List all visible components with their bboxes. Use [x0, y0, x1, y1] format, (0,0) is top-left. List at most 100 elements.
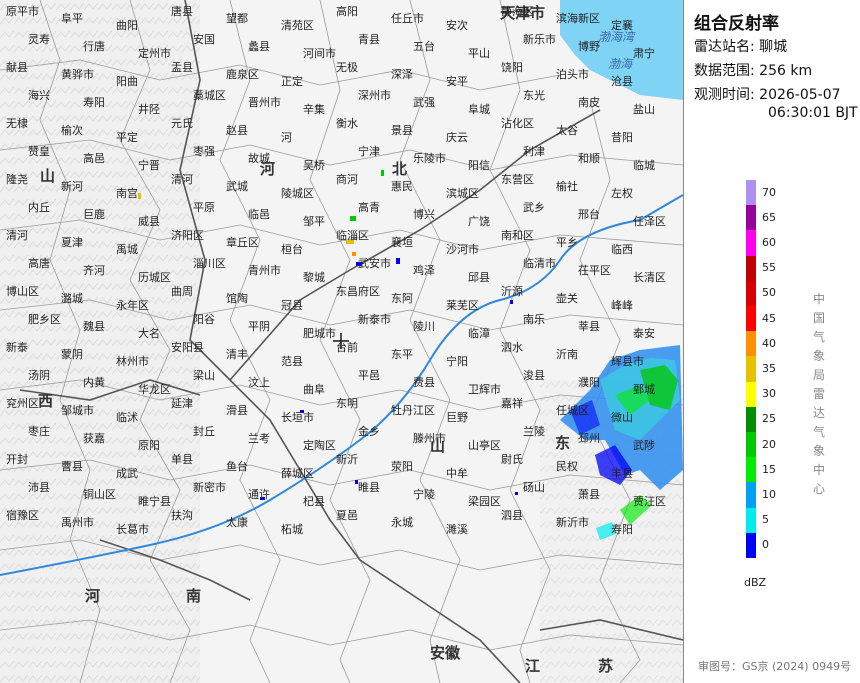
city-label: 永年区 [116, 299, 149, 312]
city-label: 武陟 [633, 439, 655, 452]
agency-char: 象 [812, 349, 825, 363]
city-label: 陵川 [413, 320, 435, 333]
legend-swatch [746, 205, 756, 231]
city-label: 禹城 [116, 243, 138, 256]
city-label: 安平 [446, 75, 468, 88]
city-label: 兖州区 [6, 397, 39, 410]
city-label: 临清市 [523, 257, 556, 270]
city-label: 威县 [138, 215, 160, 228]
city-label: 高唐 [28, 257, 50, 270]
city-label: 广饶 [468, 215, 490, 228]
city-label: 任丘市 [391, 12, 424, 25]
city-label: 巨鹿 [83, 208, 105, 221]
agency-vertical-text: 中国气象局雷达气象中心 [812, 290, 826, 499]
city-label: 泰安 [633, 327, 655, 340]
city-label: 井陉 [138, 103, 160, 116]
city-label: 原阳 [138, 439, 160, 452]
city-label: 海兴 [28, 89, 50, 102]
city-label: 汶上 [248, 376, 270, 389]
city-label: 沂源 [501, 285, 523, 298]
city-label: 和顺 [578, 152, 600, 165]
city-label: 新沂 [336, 453, 358, 466]
city-label: 丰县 [611, 467, 633, 480]
city-label: 原平市 [6, 5, 39, 18]
agency-char: 心 [812, 482, 825, 496]
city-label: 平邑 [358, 369, 380, 382]
city-label: 邹城市 [61, 404, 94, 417]
city-label: 藁城区 [193, 89, 226, 102]
city-label: 河间市 [303, 47, 336, 60]
city-label: 邢台 [578, 208, 600, 221]
agency-char: 局 [812, 368, 825, 382]
city-label: 曲阳 [116, 19, 138, 32]
city-label: 蠡县 [248, 40, 270, 53]
city-label: 新泰 [6, 341, 28, 354]
city-label: 单县 [171, 453, 193, 466]
city-label: 阳信 [468, 159, 490, 172]
city-label: 定襄 [611, 19, 633, 32]
city-label: 沙河市 [446, 243, 479, 256]
station-value: 聊城 [759, 39, 788, 55]
agency-char: 象 [812, 444, 825, 458]
city-label: 柘城 [281, 523, 303, 536]
city-label: 乐陵市 [413, 152, 446, 165]
city-label: 清河 [171, 173, 193, 186]
legend-value: 5 [762, 513, 769, 527]
city-label: 金乡 [358, 425, 380, 438]
city-label: 林州市 [116, 355, 149, 368]
city-label: 陵城区 [281, 187, 314, 200]
range-row: 数据范围: 256 km [694, 62, 812, 80]
agency-char: 雷 [812, 387, 825, 401]
city-label: 邳州 [578, 432, 600, 445]
city-label: 任城区 [556, 404, 589, 417]
legend-swatch [746, 255, 756, 282]
city-label: 济阳区 [171, 229, 204, 242]
legend-swatch [746, 280, 756, 307]
city-label: 淄川区 [193, 257, 226, 270]
city-label: 长垣市 [281, 411, 314, 424]
city-label: 高青 [358, 201, 380, 214]
city-label: 青县 [358, 33, 380, 46]
time-row: 观测时间: 2026-05-07 [694, 86, 841, 104]
city-label: 莘县 [578, 320, 600, 333]
city-label: 河 [281, 131, 292, 144]
city-label: 新河 [61, 180, 83, 193]
city-label: 高邑 [83, 152, 105, 165]
legend-value: 55 [762, 261, 776, 275]
agency-char: 气 [812, 425, 825, 439]
legend-swatch [746, 507, 756, 534]
radar-map[interactable]: 天津市 河 北 山 西 山 东 河 南 安徽 江 苏 渤海湾 渤海 原平市 阜平曲… [0, 0, 684, 683]
city-label: 平定 [116, 131, 138, 144]
city-label: 阳谷 [193, 313, 215, 326]
city-label: 安次 [446, 19, 468, 32]
legend-swatch [746, 406, 756, 433]
city-label: 宁晋 [138, 159, 160, 172]
city-label: 晋州市 [248, 96, 281, 109]
city-label: 章丘区 [226, 236, 259, 249]
city-label: 景县 [391, 124, 413, 137]
city-label: 辉县市 [611, 355, 644, 368]
province-label: 西 [38, 392, 54, 410]
city-label: 深泽 [391, 68, 413, 81]
city-label: 南宫 [116, 187, 138, 200]
city-label: 成武 [116, 467, 138, 480]
city-label: 沾化区 [501, 117, 534, 130]
legend-value: 50 [762, 286, 776, 300]
city-label: 曹县 [61, 460, 83, 473]
city-label: 唐县 [171, 5, 193, 18]
city-label: 梁园区 [468, 495, 501, 508]
city-label: 砀山 [523, 481, 545, 494]
legend-swatch [746, 432, 756, 458]
city-label: 商河 [336, 173, 358, 186]
city-label: 武城 [226, 180, 248, 193]
city-label: 夏邑 [336, 509, 358, 522]
legend-value: 70 [762, 185, 776, 199]
city-label: 赵县 [226, 124, 248, 137]
city-label: 临沭 [116, 411, 138, 424]
city-label: 魏县 [83, 320, 105, 333]
city-label: 无极 [336, 61, 358, 74]
city-label: 利津 [523, 145, 545, 158]
city-label: 新沂市 [556, 516, 589, 529]
legend-value: 10 [762, 488, 776, 501]
city-label: 冠县 [281, 299, 303, 312]
